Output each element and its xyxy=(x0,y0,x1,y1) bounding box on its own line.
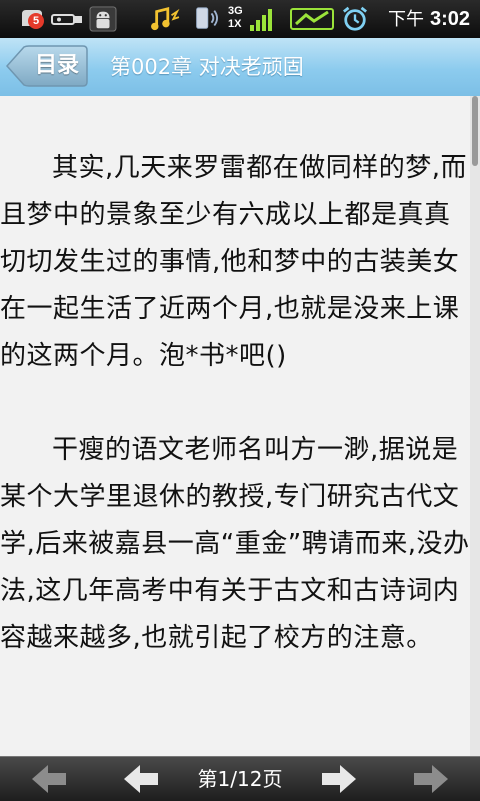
next-page-icon xyxy=(322,765,356,793)
paragraph: 干瘦的语文老师名叫方一渺,据说是某个大学里退休的教授,专门研究古代文学,后来被嘉… xyxy=(0,435,470,653)
time-period: 下午 xyxy=(387,9,424,29)
status-bar: 5 3G 1X 下午 3:02 xyxy=(0,0,480,38)
notification-count: 5 xyxy=(28,13,44,29)
chapter-title: 第002章 对决老顽固 xyxy=(110,55,304,79)
alarm-icon xyxy=(342,6,368,31)
first-page-icon xyxy=(32,765,66,793)
paragraph: 其实,几天来罗雷都在做同样的梦,而且梦中的景象至少有六成以上都是真真切切发生过的… xyxy=(0,153,468,371)
3g-signal-icon: 3G 1X xyxy=(228,5,276,33)
title-bar: 目录 第002章 对决老顽固 xyxy=(0,38,480,97)
wifi-icon xyxy=(290,8,334,30)
usb-icon xyxy=(51,14,82,25)
reading-content[interactable]: 其实,几天来罗雷都在做同样的梦,而且梦中的景象至少有六成以上都是真真切切发生过的… xyxy=(0,96,470,756)
next-page-button[interactable] xyxy=(318,762,358,796)
android-debug-icon xyxy=(89,6,117,32)
last-page-button[interactable] xyxy=(410,762,450,796)
scrollbar[interactable] xyxy=(470,96,480,756)
bottom-navigation-bar: 第1/12页 xyxy=(0,756,480,801)
music-icon xyxy=(151,7,180,31)
clock: 下午 3:02 xyxy=(388,6,470,32)
scroll-thumb[interactable] xyxy=(472,96,478,166)
time: 3:02 xyxy=(429,8,470,30)
first-page-button[interactable] xyxy=(30,762,70,796)
prev-page-button[interactable] xyxy=(122,762,162,796)
back-button-label: 目录 xyxy=(34,53,79,78)
prev-page-icon xyxy=(124,765,158,793)
back-to-contents-button[interactable]: 目录 xyxy=(6,45,88,87)
page-indicator: 第1/12页 xyxy=(197,767,283,791)
last-page-icon xyxy=(414,765,448,793)
vibrate-icon xyxy=(196,7,218,29)
